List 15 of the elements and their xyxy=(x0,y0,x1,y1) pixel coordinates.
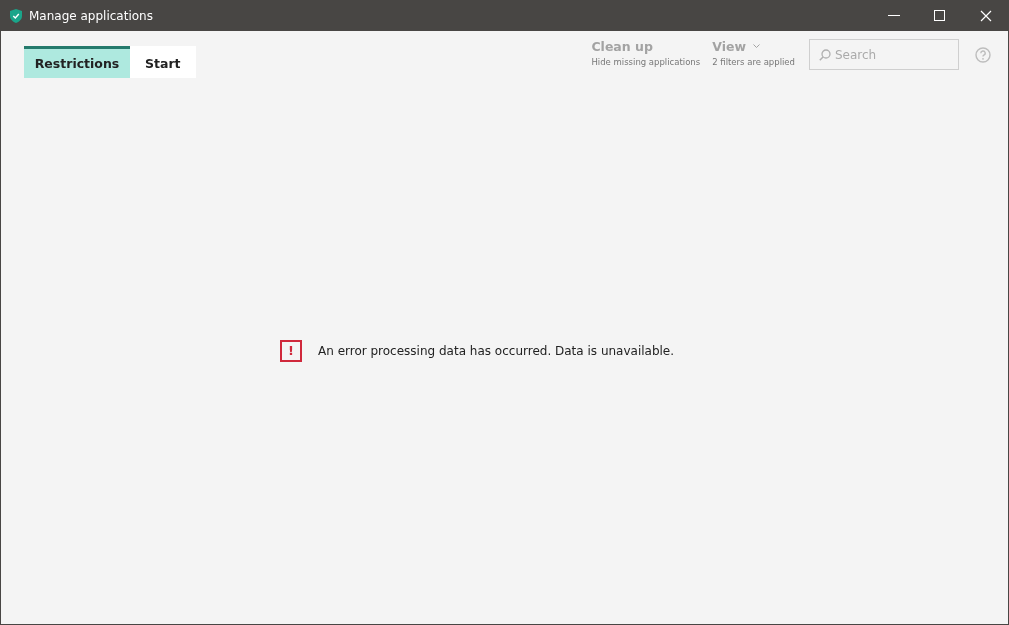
action-caption: 2 filters are applied xyxy=(712,57,795,67)
search-field[interactable]: Search xyxy=(809,39,959,70)
window-title: Manage applications xyxy=(29,8,153,23)
caret-icon xyxy=(752,44,760,49)
close-icon xyxy=(980,9,992,22)
search-icon xyxy=(819,49,831,61)
error-icon: ! xyxy=(280,339,302,362)
tab[interactable]: Restrictions xyxy=(24,46,130,78)
maximize-icon xyxy=(934,9,946,22)
help-icon[interactable] xyxy=(975,47,991,63)
shield-icon xyxy=(10,8,22,23)
tab[interactable]: Start xyxy=(130,46,196,78)
minimize-icon xyxy=(888,15,900,16)
error-message: An error processing data has occurred. Data is unavailable. xyxy=(318,343,675,358)
action-caption: Hide missing applications xyxy=(591,57,701,67)
